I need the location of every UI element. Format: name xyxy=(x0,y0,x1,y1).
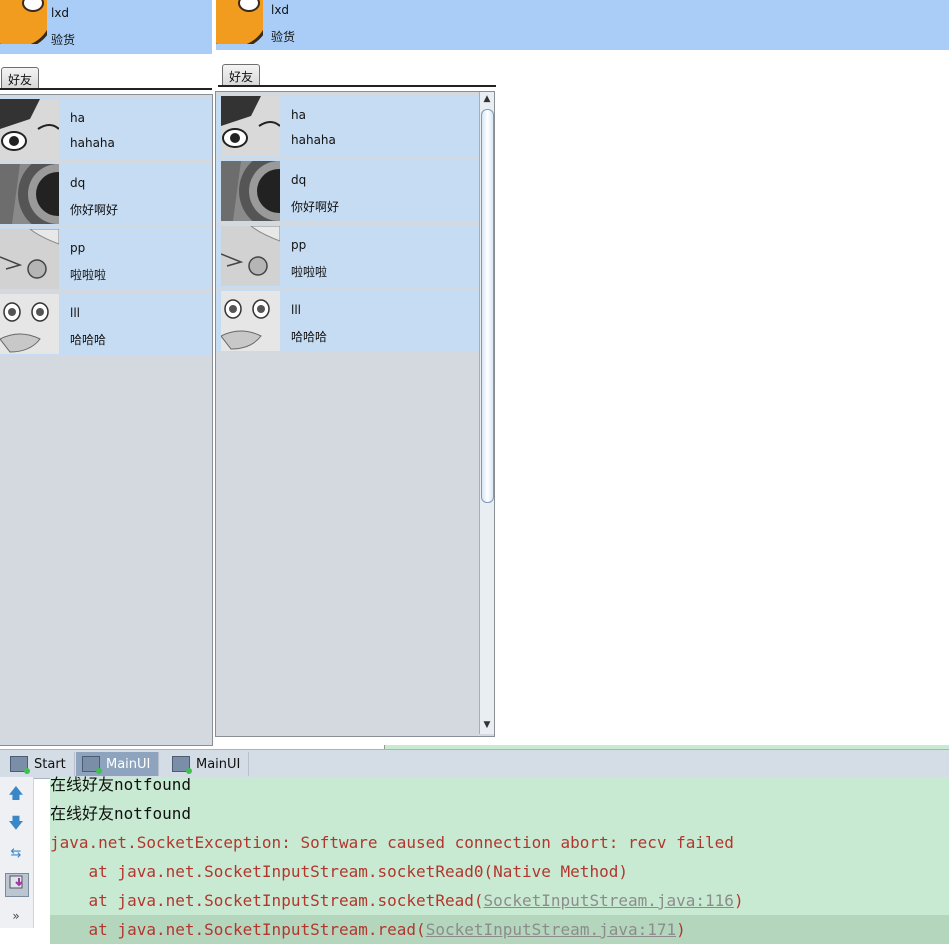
friend-avatar xyxy=(221,161,280,221)
friend-status: 哈哈哈 xyxy=(70,333,107,347)
tab-underline xyxy=(0,88,212,90)
scrollbar-thumb[interactable] xyxy=(481,109,494,503)
friend-status: 啦啦啦 xyxy=(70,268,107,282)
friend-list[interactable]: ha hahaha dq 你好啊好 pp 啦啦啦 lll 哈哈哈 ▲ ▼ xyxy=(215,91,495,737)
friend-name: pp xyxy=(291,238,307,252)
chat-client-window-2: lxd 验货 好友 ha hahaha dq 你好啊好 pp 啦啦啦 lll 哈… xyxy=(214,0,949,740)
friend-list-item[interactable]: dq 你好啊好 xyxy=(0,163,212,225)
console-line: 在线好友notfound xyxy=(50,775,192,794)
chat-client-window-1: lxd 验货 好友 ha hahaha dq 你好啊好 pp 啦啦啦 lll 哈… xyxy=(0,0,213,746)
friend-name: pp xyxy=(70,241,86,255)
friend-avatar xyxy=(221,291,280,351)
scroll-up-arrow-icon[interactable]: ▲ xyxy=(480,92,494,106)
user-signature: 验货 xyxy=(271,30,296,44)
soft-wrap-icon[interactable]: ⇆ xyxy=(5,843,27,865)
ide-run-panel: Start MainUI MainUI 🡅 🡇 ⇆ » 在线好友notfound… xyxy=(0,745,949,944)
friend-name: ha xyxy=(70,111,85,125)
arrow-up-icon[interactable]: 🡅 xyxy=(5,782,27,804)
scroll-down-arrow-icon[interactable]: ▼ xyxy=(480,718,494,732)
friend-avatar xyxy=(0,164,59,224)
user-header: lxd 验货 xyxy=(216,0,949,50)
friend-avatar xyxy=(0,294,59,354)
friend-list-item[interactable]: dq 你好啊好 xyxy=(216,160,479,222)
console-line: java.net.SocketException: Software cause… xyxy=(50,833,734,852)
friend-status: 你好啊好 xyxy=(291,200,340,214)
console-output[interactable]: 在线好友notfound 在线好友notfound java.net.Socke… xyxy=(50,775,949,944)
friend-name: dq xyxy=(70,176,86,190)
user-name: lxd xyxy=(271,3,290,17)
friend-list-item[interactable]: ha hahaha xyxy=(216,95,479,157)
user-avatar[interactable] xyxy=(216,0,263,44)
friend-list-item[interactable]: lll 哈哈哈 xyxy=(0,293,212,355)
console-line: 在线好友notfound xyxy=(50,804,192,823)
friend-list-item[interactable]: lll 哈哈哈 xyxy=(216,290,479,352)
console-line: at java.net.SocketInputStream.read(Socke… xyxy=(50,915,949,944)
friend-name: ha xyxy=(291,108,306,122)
console-line: at java.net.SocketInputStream.socketRead… xyxy=(50,862,628,881)
friend-name: lll xyxy=(70,306,81,320)
vertical-scrollbar[interactable]: ▲ ▼ xyxy=(479,92,494,734)
console-toolbar: 🡅 🡇 ⇆ » xyxy=(0,777,34,928)
friend-status: 啦啦啦 xyxy=(291,265,328,279)
friend-name: dq xyxy=(291,173,307,187)
friend-avatar xyxy=(221,226,280,286)
friend-list[interactable]: ha hahaha dq 你好啊好 pp 啦啦啦 lll 哈哈哈 xyxy=(0,94,213,746)
user-name: lxd xyxy=(51,6,70,20)
tab-underline xyxy=(218,85,496,87)
arrow-down-icon[interactable]: 🡇 xyxy=(5,812,27,834)
run-config-icon xyxy=(10,756,30,774)
user-avatar[interactable] xyxy=(0,0,47,44)
tab-friends[interactable]: 好友 xyxy=(1,67,40,89)
friend-list-item[interactable]: ha hahaha xyxy=(0,98,212,160)
more-icon[interactable]: » xyxy=(5,905,27,927)
friend-status: hahaha xyxy=(70,136,115,150)
user-signature: 验货 xyxy=(51,33,76,47)
friend-name: lll xyxy=(291,303,302,317)
scroll-to-end-icon[interactable] xyxy=(5,873,29,897)
stacktrace-link[interactable]: SocketInputStream.java:116 xyxy=(483,891,733,910)
friend-avatar xyxy=(0,229,59,289)
user-header: lxd 验货 xyxy=(0,0,212,54)
stacktrace-link[interactable]: SocketInputStream.java:171 xyxy=(426,920,676,939)
friend-avatar xyxy=(0,99,59,159)
friend-status: 你好啊好 xyxy=(70,203,119,217)
friend-avatar xyxy=(221,96,280,156)
friend-list-item[interactable]: pp 啦啦啦 xyxy=(0,228,212,290)
tab-friends[interactable]: 好友 xyxy=(222,64,261,86)
friend-status: hahaha xyxy=(291,133,336,147)
friend-status: 哈哈哈 xyxy=(291,330,328,344)
console-line: at java.net.SocketInputStream.socketRead… xyxy=(50,891,744,910)
friend-list-item[interactable]: pp 啦啦啦 xyxy=(216,225,479,287)
